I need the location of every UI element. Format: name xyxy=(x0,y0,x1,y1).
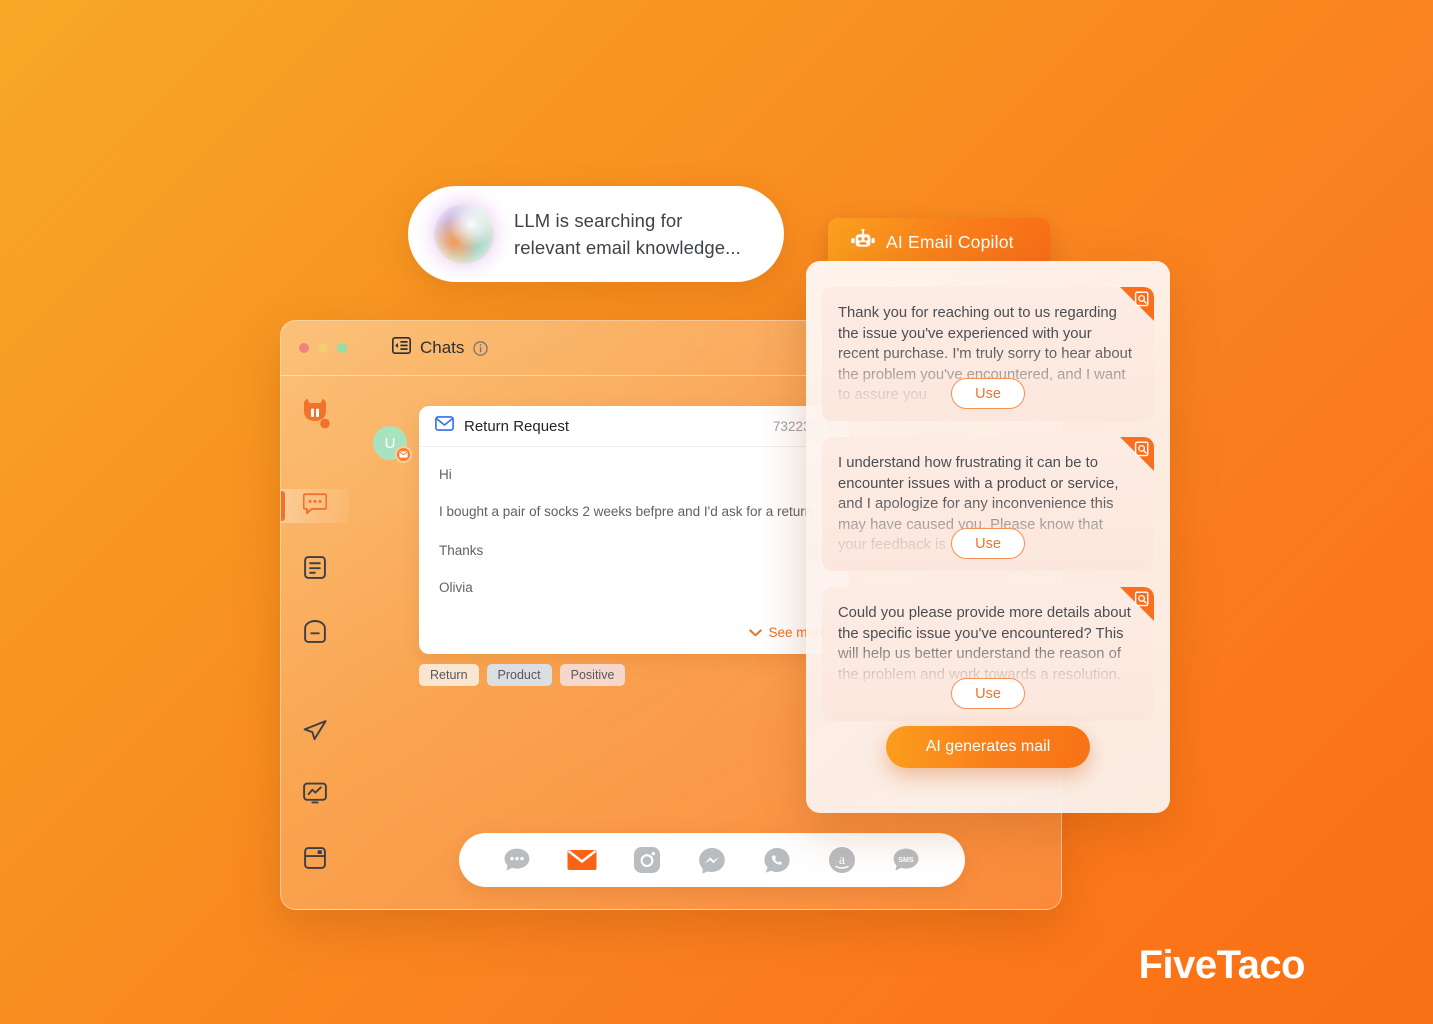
email-block: Return Request 73223978 Hi I bought a pa… xyxy=(419,406,849,654)
suggestion-card[interactable]: Thank you for reaching out to us regardi… xyxy=(822,287,1154,421)
window-title-block: Chats xyxy=(392,337,489,359)
use-suggestion-button[interactable]: Use xyxy=(951,378,1025,409)
sidebar-item-archive[interactable] xyxy=(281,843,349,877)
sidebar-item-bots[interactable] xyxy=(281,617,349,651)
llm-status-toast: LLM is searching for relevant email know… xyxy=(408,186,784,282)
ai-generates-mail-button[interactable]: AI generates mail xyxy=(886,726,1090,768)
svg-text:SMS: SMS xyxy=(899,855,915,864)
channel-sms[interactable]: SMS xyxy=(891,845,921,875)
copilot-tab-label: AI Email Copilot xyxy=(886,231,1014,252)
avatar: U xyxy=(373,426,412,463)
tag-return[interactable]: Return xyxy=(419,664,479,686)
minimize-window-button[interactable] xyxy=(318,343,328,353)
llm-status-text: LLM is searching for relevant email know… xyxy=(514,207,741,261)
channel-bar: a SMS xyxy=(459,833,965,887)
sidebar-item-chats[interactable] xyxy=(281,489,349,523)
channel-instagram[interactable] xyxy=(632,845,662,875)
use-suggestion-button[interactable]: Use xyxy=(951,528,1025,559)
channel-live-chat[interactable] xyxy=(502,845,532,875)
email-body: Hi I bought a pair of socks 2 weeks befp… xyxy=(419,447,849,623)
use-suggestion-button[interactable]: Use xyxy=(951,678,1025,709)
robot-icon xyxy=(850,227,876,256)
chat-bubble-icon xyxy=(302,492,328,520)
zoom-window-button[interactable] xyxy=(337,343,347,353)
channel-email[interactable] xyxy=(567,845,597,875)
sidebar-item-layout[interactable] xyxy=(281,907,349,909)
document-search-icon[interactable] xyxy=(1134,441,1150,462)
close-window-button[interactable] xyxy=(299,343,309,353)
channel-messenger[interactable] xyxy=(697,845,727,875)
archive-box-icon xyxy=(304,846,326,874)
page-title: Chats xyxy=(420,338,465,357)
sidebar-nav xyxy=(281,489,349,909)
traffic-lights[interactable] xyxy=(299,343,347,353)
email-badge-icon xyxy=(395,446,412,463)
document-icon xyxy=(304,556,326,584)
llm-status-line-1: LLM is searching for xyxy=(514,210,683,231)
document-search-icon[interactable] xyxy=(1134,591,1150,612)
email-signature: Olivia xyxy=(439,580,473,595)
monitor-chart-icon xyxy=(303,782,327,810)
ai-orb-icon xyxy=(434,204,494,264)
llm-status-line-2: relevant email knowledge... xyxy=(514,237,741,258)
info-icon[interactable] xyxy=(473,340,489,356)
copilot-tab[interactable]: AI Email Copilot xyxy=(828,218,1050,266)
see-more-button[interactable]: See more xyxy=(419,623,849,654)
copilot-panel: Thank you for reaching out to us regardi… xyxy=(806,261,1170,813)
suggestion-text: Could you please provide more details ab… xyxy=(838,605,1131,683)
sidebar-item-campaigns[interactable] xyxy=(281,715,349,749)
sidebar-toggle-icon[interactable] xyxy=(392,337,411,359)
avatar-letter: U xyxy=(384,434,396,452)
email-message: I bought a pair of socks 2 weeks befpre … xyxy=(439,504,817,519)
suggestion-card[interactable]: I understand how frustrating it can be t… xyxy=(822,437,1154,571)
channel-whatsapp[interactable] xyxy=(762,845,792,875)
sidebar-item-documents[interactable] xyxy=(281,553,349,587)
email-greeting: Hi xyxy=(439,467,452,482)
suggestion-card[interactable]: Could you please provide more details ab… xyxy=(822,587,1154,721)
app-logo-icon[interactable] xyxy=(300,398,330,435)
tag-positive[interactable]: Positive xyxy=(559,664,626,686)
email-header: Return Request 73223978 xyxy=(419,406,849,447)
bot-icon xyxy=(304,620,326,648)
email-card[interactable]: Return Request 73223978 Hi I bought a pa… xyxy=(419,406,849,654)
email-subject: Return Request xyxy=(464,417,570,435)
svg-text:a: a xyxy=(839,853,846,868)
sidebar xyxy=(281,376,349,909)
document-search-icon[interactable] xyxy=(1134,291,1150,312)
tag-product[interactable]: Product xyxy=(486,664,552,686)
channel-amazon[interactable]: a xyxy=(827,845,857,875)
brand-logo: FiveTaco xyxy=(1138,943,1306,987)
send-icon xyxy=(303,719,327,746)
envelope-icon xyxy=(435,416,454,436)
chevron-down-icon xyxy=(749,625,763,640)
email-signoff: Thanks xyxy=(439,543,484,558)
sidebar-item-analytics[interactable] xyxy=(281,779,349,813)
